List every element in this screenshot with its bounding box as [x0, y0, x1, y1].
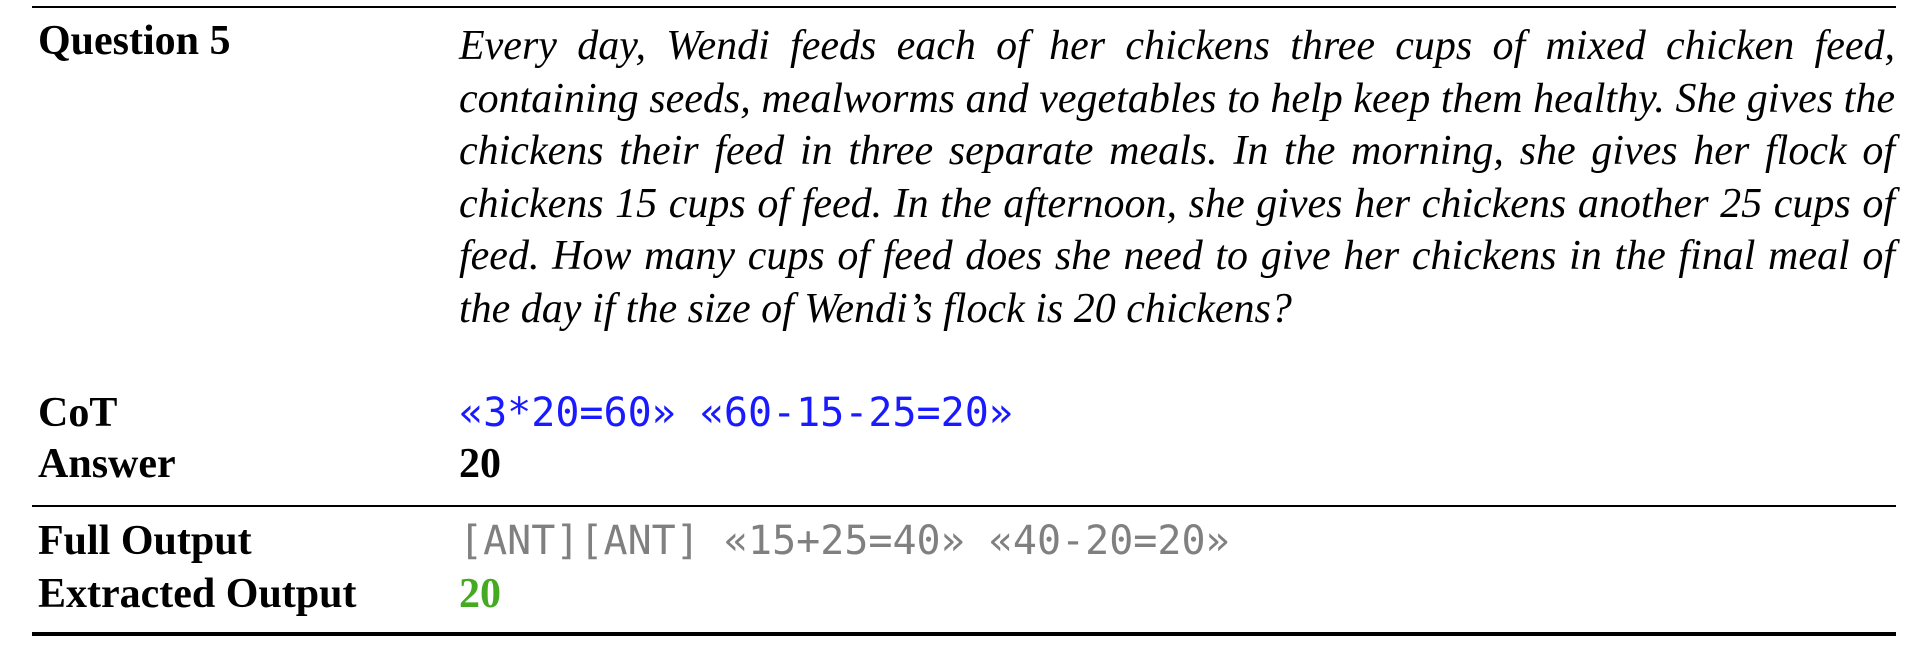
- question-label: Question 5: [38, 18, 231, 64]
- middle-rule: [32, 505, 1896, 507]
- full-output-value: [ANT][ANT] «15+25=40» «40-20=20»: [459, 518, 1230, 564]
- answer-value: 20: [459, 441, 501, 487]
- question-text: Every day, Wendi feeds each of her chick…: [459, 23, 1895, 332]
- top-rule: [32, 6, 1896, 8]
- answer-label: Answer: [38, 441, 176, 487]
- cot-value: «3*20=60» «60-15-25=20»: [459, 390, 1013, 436]
- extracted-output-label: Extracted Output: [38, 571, 357, 617]
- full-output-label: Full Output: [38, 518, 252, 564]
- extracted-output-value: 20: [459, 571, 501, 617]
- cot-label: CoT: [38, 390, 118, 436]
- bottom-rule: [32, 632, 1896, 636]
